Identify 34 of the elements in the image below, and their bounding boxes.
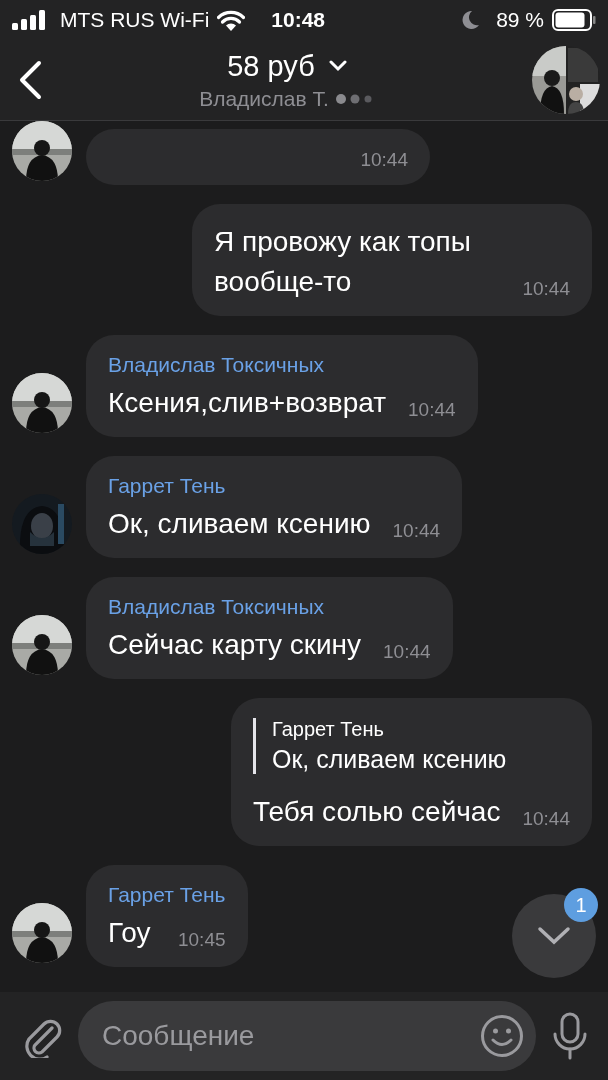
sender-name: Гаррет Тень xyxy=(108,883,226,907)
chevron-down-icon[interactable] xyxy=(328,60,347,72)
message-text: Я провожу как топы вообще-то xyxy=(214,226,471,297)
message-time: 10:44 xyxy=(392,520,441,542)
microphone-icon[interactable] xyxy=(552,1012,588,1060)
message-time: 10:44 xyxy=(522,278,570,300)
sender-name: Гаррет Тень xyxy=(108,474,227,498)
message-time: 10:45 xyxy=(178,929,226,951)
emoji-icon[interactable] xyxy=(480,1014,524,1058)
status-time: 10:48 xyxy=(271,8,326,32)
wifi-icon xyxy=(217,9,246,31)
reply-sender: Гаррет Тень xyxy=(271,718,385,741)
battery-icon xyxy=(552,9,596,31)
battery-percent: 89 % xyxy=(496,8,544,32)
message-time: 10:44 xyxy=(522,808,570,830)
back-icon[interactable] xyxy=(18,60,42,100)
message-text: Ксения,слив+возврат xyxy=(108,387,387,418)
message-text: Гоу xyxy=(108,917,151,948)
sender-name: Владислав Токсичных xyxy=(108,353,325,377)
message-text: Тебя солью сейчас xyxy=(252,796,501,827)
message-text: Ок, сливаем ксению xyxy=(108,508,371,539)
message-time: 10:44 xyxy=(383,641,431,663)
message-text: Сейчас карту скину xyxy=(108,629,362,660)
chat-subtitle: Владислав Т. xyxy=(199,86,329,111)
unread-badge: 1 xyxy=(564,888,598,922)
moon-icon xyxy=(462,10,481,30)
chat-title[interactable]: 58 руб xyxy=(227,49,315,83)
message-input[interactable]: Сообщение xyxy=(78,1001,536,1071)
carrier-name: MTS RUS Wi-Fi xyxy=(60,8,210,32)
sender-name: Владислав Токсичных xyxy=(108,595,325,619)
message-time: 10:44 xyxy=(360,149,408,171)
chevron-down-icon xyxy=(537,926,571,946)
reply-text: Ок, сливаем ксению xyxy=(271,745,508,774)
message-time: 10:44 xyxy=(408,399,456,421)
